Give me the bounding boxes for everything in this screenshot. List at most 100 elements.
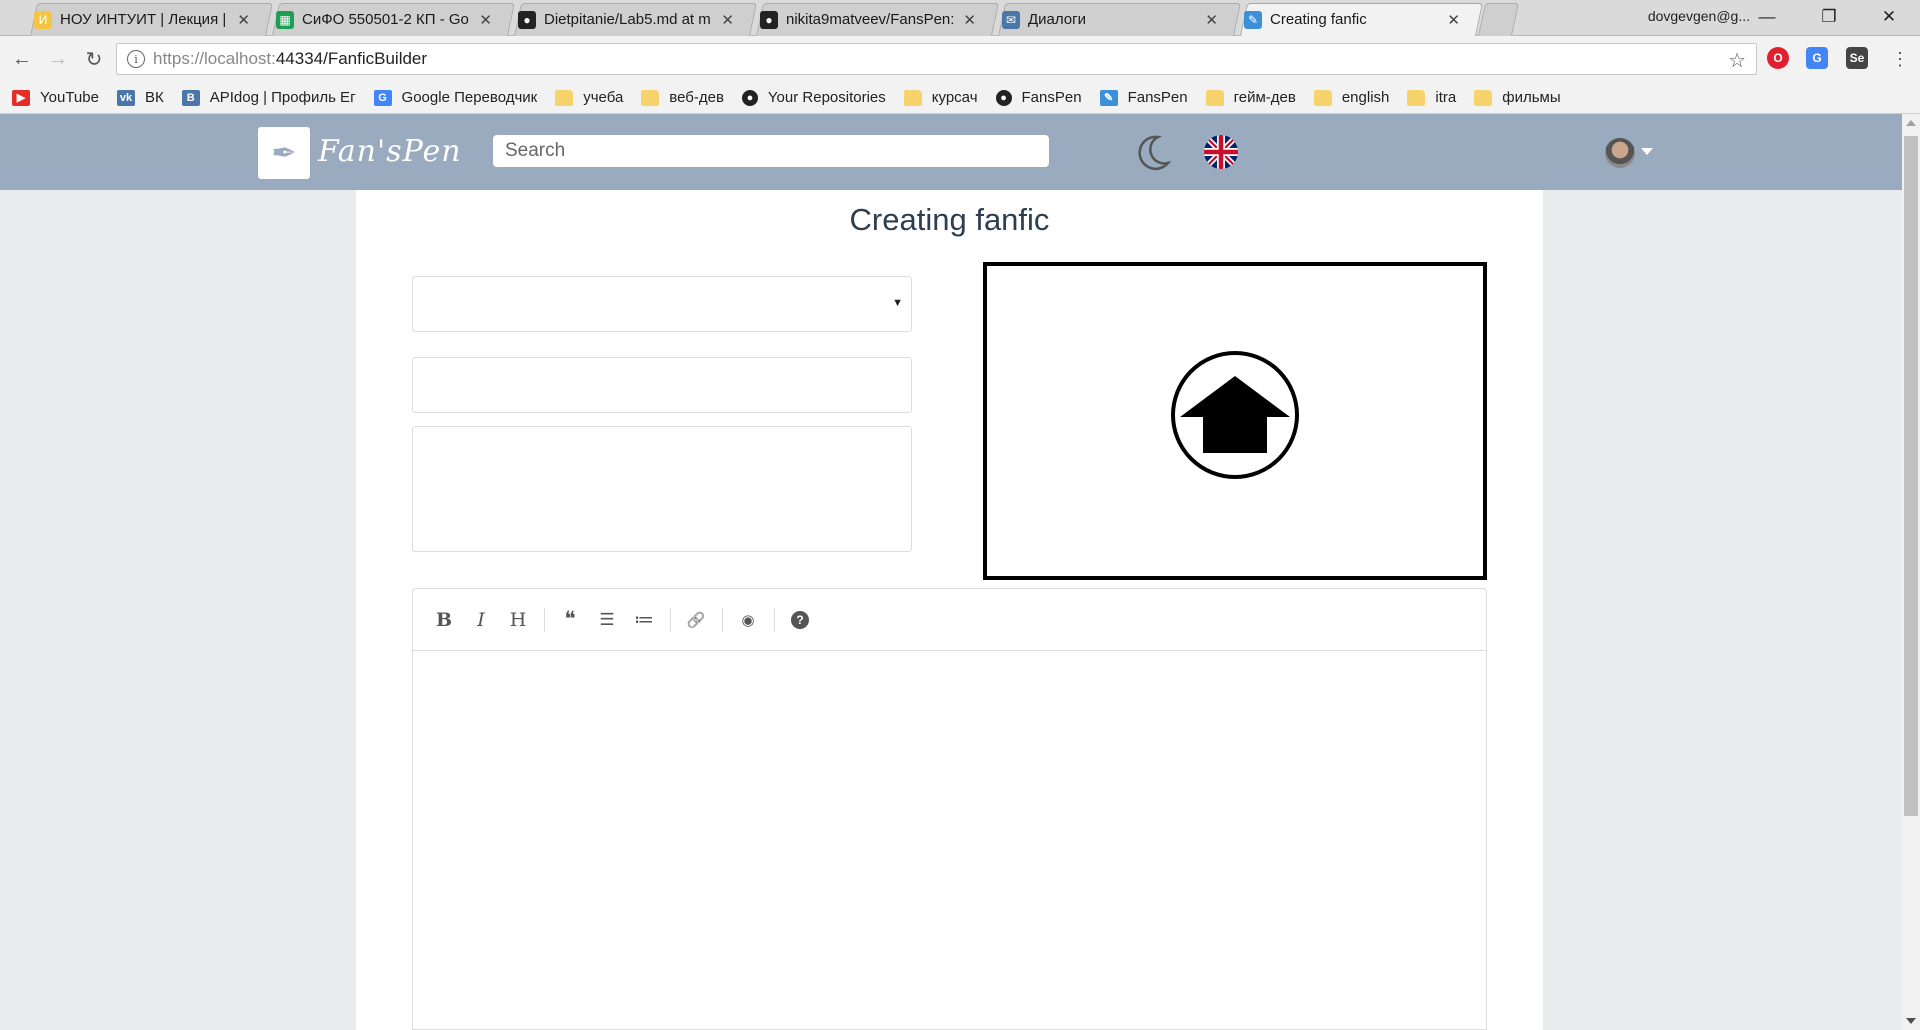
folder-icon bbox=[903, 89, 922, 106]
scroll-down-icon[interactable] bbox=[1906, 1018, 1916, 1024]
new-tab-button[interactable] bbox=[1478, 3, 1520, 36]
bookmarks-bar: ▶ YouTube vk ВК B APIdog | Профиль Ег G Google … bbox=[0, 82, 1920, 114]
title-input[interactable] bbox=[412, 357, 912, 413]
folder-icon bbox=[641, 89, 660, 106]
browser-tab[interactable]: ● Dietpitanie/Lab5.md at m ✕ bbox=[508, 3, 744, 36]
uk-flag-icon[interactable] bbox=[1204, 135, 1238, 169]
image-upload-area[interactable] bbox=[983, 262, 1487, 580]
bookmark-item[interactable]: B APIdog | Профиль Ег bbox=[181, 89, 356, 106]
restore-icon[interactable]: ❐ bbox=[1800, 2, 1858, 32]
select-arrow-icon: ▼ bbox=[892, 297, 903, 309]
tab-label: СиФО 550501-2 КП - Go bbox=[302, 11, 469, 28]
browser-toolbar: ← → ↻ i https://localhost:44334/FanficBu… bbox=[0, 36, 1920, 82]
opera-icon[interactable]: O bbox=[1767, 47, 1789, 69]
brand-name[interactable]: Fan'sPen bbox=[318, 134, 462, 169]
search-input[interactable] bbox=[493, 135, 1049, 167]
browser-tab[interactable]: ✉ Диалоги ✕ bbox=[992, 3, 1228, 36]
intuit-icon: И bbox=[34, 10, 52, 29]
bookmark-item[interactable]: учеба bbox=[555, 89, 623, 106]
description-textarea[interactable] bbox=[412, 426, 912, 552]
bold-icon-glyph: B bbox=[435, 608, 453, 631]
site-info-icon[interactable]: i bbox=[127, 50, 145, 68]
toolbar-separator bbox=[774, 607, 775, 632]
browser-profile[interactable]: dovgevgen@g... bbox=[1648, 8, 1750, 24]
fanspen-icon: ✎ bbox=[1244, 10, 1262, 29]
page-scrollbar[interactable] bbox=[1902, 114, 1920, 1030]
bold-icon[interactable]: B bbox=[429, 605, 459, 635]
bookmark-item[interactable]: ● FansPen bbox=[995, 89, 1082, 106]
back-icon[interactable]: ← bbox=[8, 45, 36, 73]
tab-close-icon[interactable]: ✕ bbox=[721, 11, 734, 29]
github-icon: ● bbox=[995, 89, 1012, 106]
tab-close-icon[interactable]: ✕ bbox=[1447, 11, 1460, 29]
help-icon[interactable]: ? bbox=[785, 605, 815, 635]
bookmark-label: Google Переводчик bbox=[401, 89, 538, 106]
youtube-icon: ▶ bbox=[12, 89, 30, 106]
bookmark-label: english bbox=[1341, 89, 1390, 106]
italic-icon[interactable]: I bbox=[466, 605, 496, 635]
browser-tab[interactable]: ✎ Creating fanfic ✕ bbox=[1234, 3, 1470, 36]
folder-icon bbox=[555, 89, 574, 106]
bookmark-item[interactable]: курсач bbox=[903, 89, 978, 106]
chevron-down-icon[interactable] bbox=[1641, 148, 1653, 155]
tab-close-icon[interactable]: ✕ bbox=[237, 11, 250, 29]
feather-logo-icon[interactable]: ✒ bbox=[258, 127, 310, 179]
address-bar[interactable]: i https://localhost:44334/FanficBuilder … bbox=[116, 43, 1757, 75]
forward-icon[interactable]: → bbox=[44, 45, 72, 73]
sheets-icon: ▦ bbox=[276, 10, 294, 29]
markdown-editor[interactable]: B I H ❝ ☰ ≔ 🔗 ◉? bbox=[412, 588, 1487, 1030]
browser-tab[interactable]: ▦ СиФО 550501-2 КП - Go ✕ bbox=[266, 3, 502, 36]
reload-icon[interactable]: ↻ bbox=[80, 45, 108, 73]
upload-arrow-icon bbox=[1171, 351, 1299, 479]
bookmark-item[interactable]: гейм-дев bbox=[1205, 89, 1296, 106]
link-icon[interactable]: 🔗 bbox=[681, 605, 711, 635]
scroll-thumb[interactable] bbox=[1904, 136, 1918, 816]
preview-icon-glyph: ◉ bbox=[741, 611, 755, 629]
bookmark-item[interactable]: vk ВК bbox=[116, 89, 164, 106]
genre-select[interactable]: ▼ bbox=[412, 276, 912, 332]
bookmark-item[interactable]: ✎ FansPen bbox=[1099, 89, 1188, 106]
close-window-icon[interactable]: ✕ bbox=[1860, 2, 1918, 32]
tab-close-icon[interactable]: ✕ bbox=[479, 11, 492, 29]
bookmark-label: фильмы bbox=[1502, 89, 1561, 106]
selenium-icon[interactable]: Se bbox=[1846, 47, 1868, 69]
heading-icon[interactable]: H bbox=[503, 605, 533, 635]
editor-toolbar: B I H ❝ ☰ ≔ 🔗 ◉? bbox=[413, 589, 1486, 651]
tab-label: НОУ ИНТУИТ | Лекция | bbox=[60, 11, 227, 28]
browser-tab[interactable]: ● nikita9matveev/FansPen: ✕ bbox=[750, 3, 986, 36]
chat-icon: ✉ bbox=[1002, 10, 1020, 29]
folder-icon bbox=[1474, 89, 1493, 106]
tab-close-icon[interactable]: ✕ bbox=[1205, 11, 1218, 29]
moon-icon[interactable] bbox=[1132, 133, 1172, 173]
unordered-list-icon-glyph: ☰ bbox=[599, 609, 615, 629]
bookmark-label: курсач bbox=[931, 89, 978, 106]
avatar[interactable] bbox=[1605, 138, 1635, 168]
bookmark-item[interactable]: G Google Переводчик bbox=[373, 89, 538, 106]
bookmark-item[interactable]: itra bbox=[1407, 89, 1456, 106]
ordered-list-icon[interactable]: ≔ bbox=[629, 605, 659, 635]
bookmark-label: учеба bbox=[583, 89, 624, 106]
preview-icon[interactable]: ◉ bbox=[733, 605, 763, 635]
quote-icon-glyph: ❝ bbox=[564, 608, 576, 631]
tab-label: Creating fanfic bbox=[1270, 11, 1367, 28]
app-navbar: ✒ Fan'sPen bbox=[0, 114, 1902, 190]
bookmark-item[interactable]: ▶ YouTube bbox=[12, 89, 99, 106]
bookmark-item[interactable]: ● Your Repositories bbox=[741, 89, 886, 106]
quote-icon[interactable]: ❝ bbox=[555, 605, 585, 635]
folder-icon bbox=[1205, 89, 1224, 106]
scroll-up-icon[interactable] bbox=[1906, 120, 1916, 126]
bookmark-label: Your Repositories bbox=[767, 89, 886, 106]
bookmark-item[interactable]: фильмы bbox=[1474, 89, 1561, 106]
minimize-icon[interactable]: — bbox=[1738, 2, 1796, 32]
browser-tab[interactable]: И НОУ ИНТУИТ | Лекция | ✕ bbox=[24, 3, 260, 36]
tab-close-icon[interactable]: ✕ bbox=[963, 11, 976, 29]
heading-icon-glyph: H bbox=[509, 608, 527, 631]
translate-icon: G bbox=[373, 89, 392, 106]
menu-icon[interactable]: ⋮ bbox=[1886, 45, 1914, 73]
bookmark-item[interactable]: english bbox=[1313, 89, 1390, 106]
translate-extension-icon[interactable]: G bbox=[1806, 47, 1828, 69]
bookmark-label: APIdog | Профиль Ег bbox=[209, 89, 356, 106]
unordered-list-icon[interactable]: ☰ bbox=[592, 605, 622, 635]
bookmark-item[interactable]: веб-дев bbox=[641, 89, 724, 106]
bookmark-star-icon[interactable]: ☆ bbox=[1728, 48, 1746, 73]
